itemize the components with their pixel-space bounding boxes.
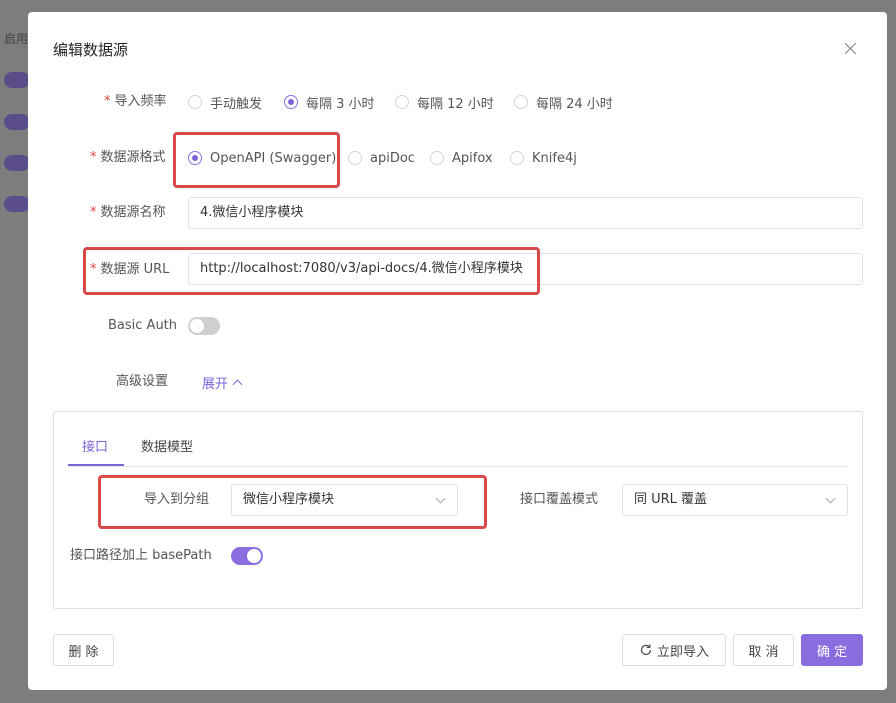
chevron-down-icon — [825, 493, 836, 504]
radio-icon — [188, 95, 202, 109]
format-label: * 数据源格式 — [90, 150, 166, 165]
format-option-knife4j[interactable]: Knife4j — [510, 148, 577, 168]
radio-icon — [348, 151, 362, 165]
frequency-option-12h[interactable]: 每隔 12 小时 — [395, 92, 494, 112]
radio-icon — [510, 151, 524, 165]
background-toggle — [4, 114, 30, 130]
background-toggle — [4, 155, 30, 171]
active-tab-indicator — [68, 464, 124, 466]
basic-auth-switch[interactable] — [188, 317, 220, 335]
refresh-icon — [640, 644, 652, 656]
radio-checked-icon — [284, 95, 298, 109]
group-label: 导入到分组 — [144, 492, 210, 507]
dialog-title: 编辑数据源 — [53, 41, 129, 59]
base-path-label: 接口路径加上 basePath — [70, 548, 212, 563]
advanced-settings-label: 高级设置 — [116, 374, 169, 389]
edit-datasource-dialog: 编辑数据源 * 导入频率 手动触发 每隔 3 小时 每隔 12 小时 每隔 24 … — [28, 12, 887, 690]
chevron-up-icon — [232, 379, 243, 389]
background-enable-label: 启用 — [4, 32, 29, 46]
format-option-apifox[interactable]: Apifox — [430, 148, 493, 168]
format-option-apidoc[interactable]: apiDoc — [348, 148, 415, 168]
confirm-button[interactable]: 确 定 — [801, 634, 863, 666]
name-input[interactable]: 4.微信小程序模块 — [188, 197, 863, 229]
basic-auth-label: Basic Auth — [108, 318, 178, 333]
frequency-option-24h[interactable]: 每隔 24 小时 — [514, 92, 613, 112]
tab-data-model[interactable]: 数据模型 — [141, 436, 193, 456]
background-toggle — [4, 72, 30, 88]
expand-toggle[interactable]: 展开 — [202, 372, 243, 392]
frequency-label: * 导入频率 — [104, 94, 167, 109]
tabs-divider — [68, 466, 848, 467]
url-input[interactable]: http://localhost:7080/v3/api-docs/4.微信小程… — [188, 253, 863, 285]
frequency-option-3h[interactable]: 每隔 3 小时 — [284, 92, 375, 112]
url-label: * 数据源 URL — [90, 262, 170, 277]
frequency-option-manual[interactable]: 手动触发 — [188, 92, 262, 112]
radio-icon — [514, 95, 528, 109]
import-now-button[interactable]: 立即导入 — [622, 634, 726, 666]
radio-icon — [430, 151, 444, 165]
group-select[interactable]: 微信小程序模块 — [231, 484, 458, 516]
tab-interface[interactable]: 接口 — [82, 436, 108, 456]
override-mode-label: 接口覆盖模式 — [520, 492, 599, 507]
radio-icon — [395, 95, 409, 109]
radio-checked-icon — [188, 151, 202, 165]
delete-button[interactable]: 删 除 — [53, 634, 114, 666]
override-mode-select[interactable]: 同 URL 覆盖 — [622, 484, 848, 516]
advanced-panel: 接口 数据模型 导入到分组 微信小程序模块 接口覆盖模式 同 URL 覆盖 接口… — [53, 411, 863, 609]
background-toggle — [4, 196, 30, 212]
format-option-openapi[interactable]: OpenAPI (Swagger) — [188, 148, 336, 168]
cancel-button[interactable]: 取 消 — [733, 634, 794, 666]
close-icon[interactable] — [840, 38, 862, 60]
base-path-switch[interactable] — [231, 547, 263, 565]
name-label: * 数据源名称 — [90, 205, 166, 220]
chevron-down-icon — [435, 493, 446, 504]
